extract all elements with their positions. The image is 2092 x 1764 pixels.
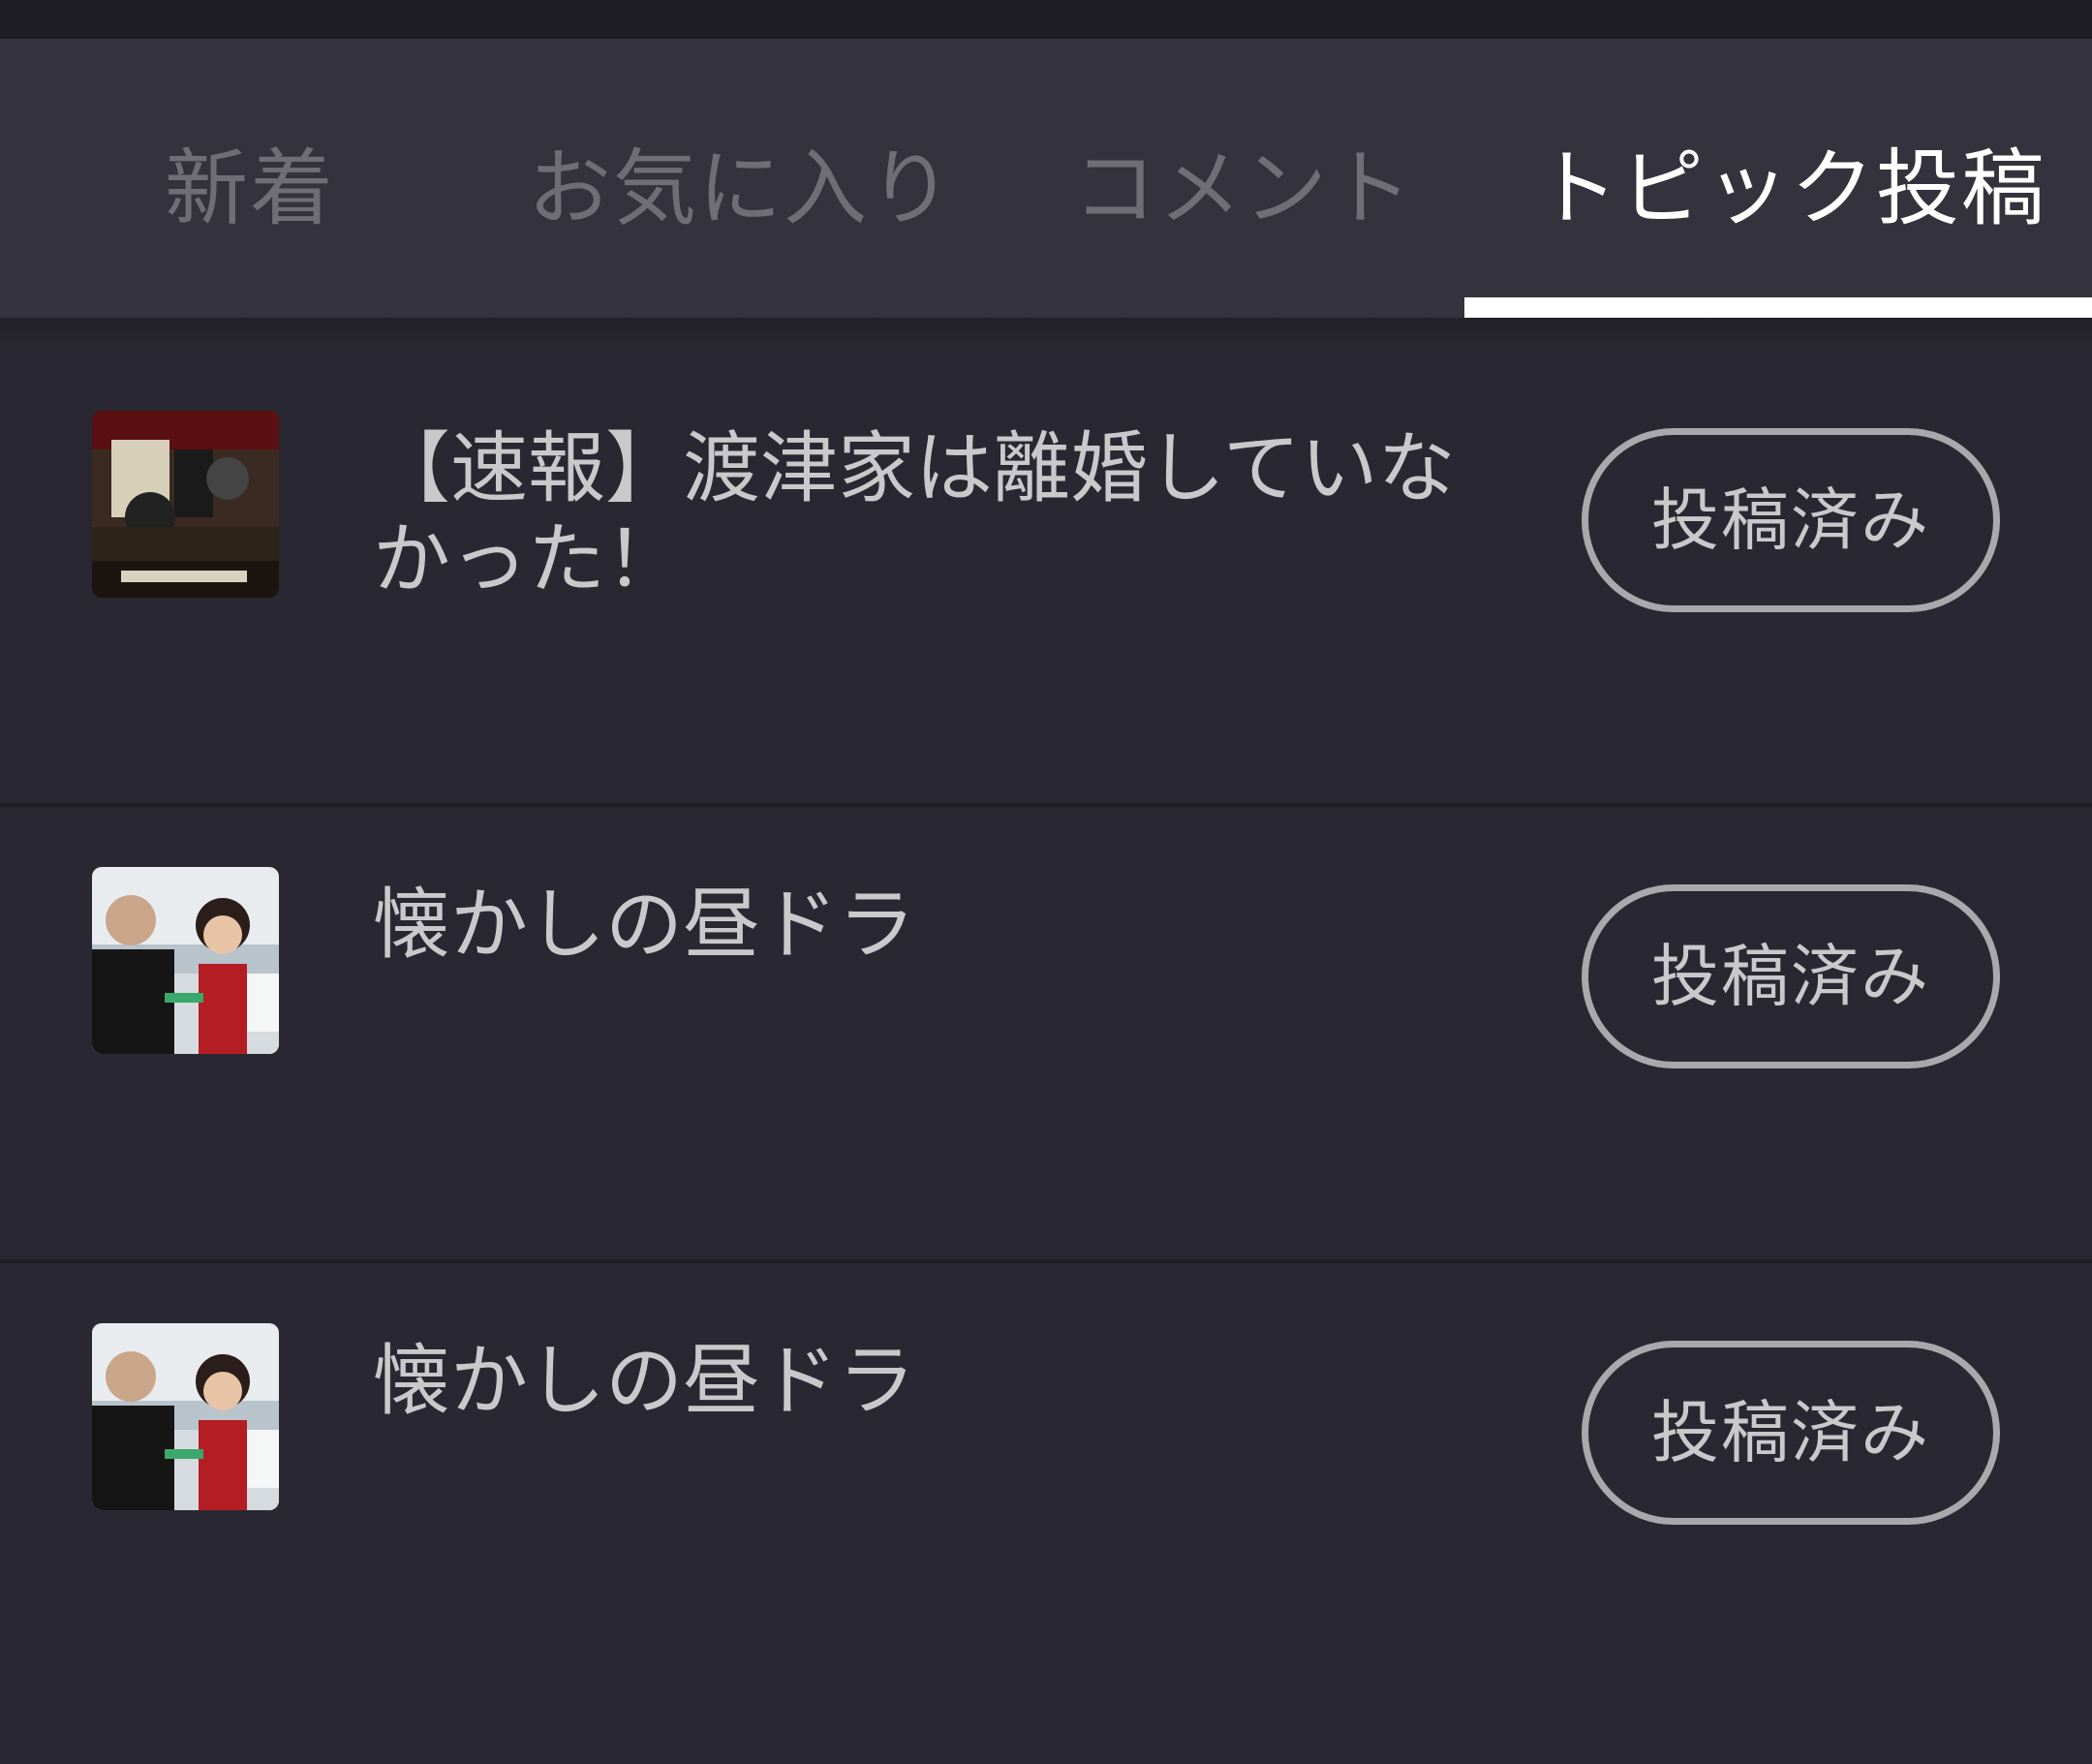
status-bar xyxy=(0,0,2092,39)
posted-button[interactable]: 投稿済み xyxy=(1582,428,2000,612)
topic-title[interactable]: 懐かしの昼ドラ xyxy=(373,1336,1516,1427)
active-tab-indicator xyxy=(1464,297,2092,318)
posted-button[interactable]: 投稿済み xyxy=(1582,884,2000,1068)
tab-comments[interactable]: コメント xyxy=(1073,136,1414,242)
posted-button[interactable]: 投稿済み xyxy=(1582,1341,2000,1525)
topic-title[interactable]: 懐かしの昼ドラ xyxy=(373,880,1516,971)
topic-title[interactable]: 【速報】渡津家は離婚していなかった！ xyxy=(373,423,1516,605)
list-item[interactable]: 【速報】渡津家は離婚していなかった！ 投稿済み xyxy=(0,351,2092,807)
topic-thumbnail xyxy=(92,867,279,1054)
list-item[interactable]: 懐かしの昼ドラ 投稿済み xyxy=(0,807,2092,1263)
tab-topic-posts[interactable]: トピック投稿 xyxy=(1535,136,2046,242)
topic-list: 【速報】渡津家は離婚していなかった！ 投稿済み 懐かしの昼ドラ 投稿済み 懐かし… xyxy=(0,351,2092,1716)
topic-thumbnail xyxy=(92,1323,279,1510)
tab-bar-shadow xyxy=(0,318,2092,351)
list-item[interactable]: 懐かしの昼ドラ 投稿済み xyxy=(0,1263,2092,1716)
tab-bar: 新着 お気に入り コメント トピック投稿 xyxy=(0,39,2092,318)
tab-favorites[interactable]: お気に入り xyxy=(528,136,954,242)
topic-thumbnail xyxy=(92,411,279,598)
tab-new[interactable]: 新着 xyxy=(165,136,335,242)
